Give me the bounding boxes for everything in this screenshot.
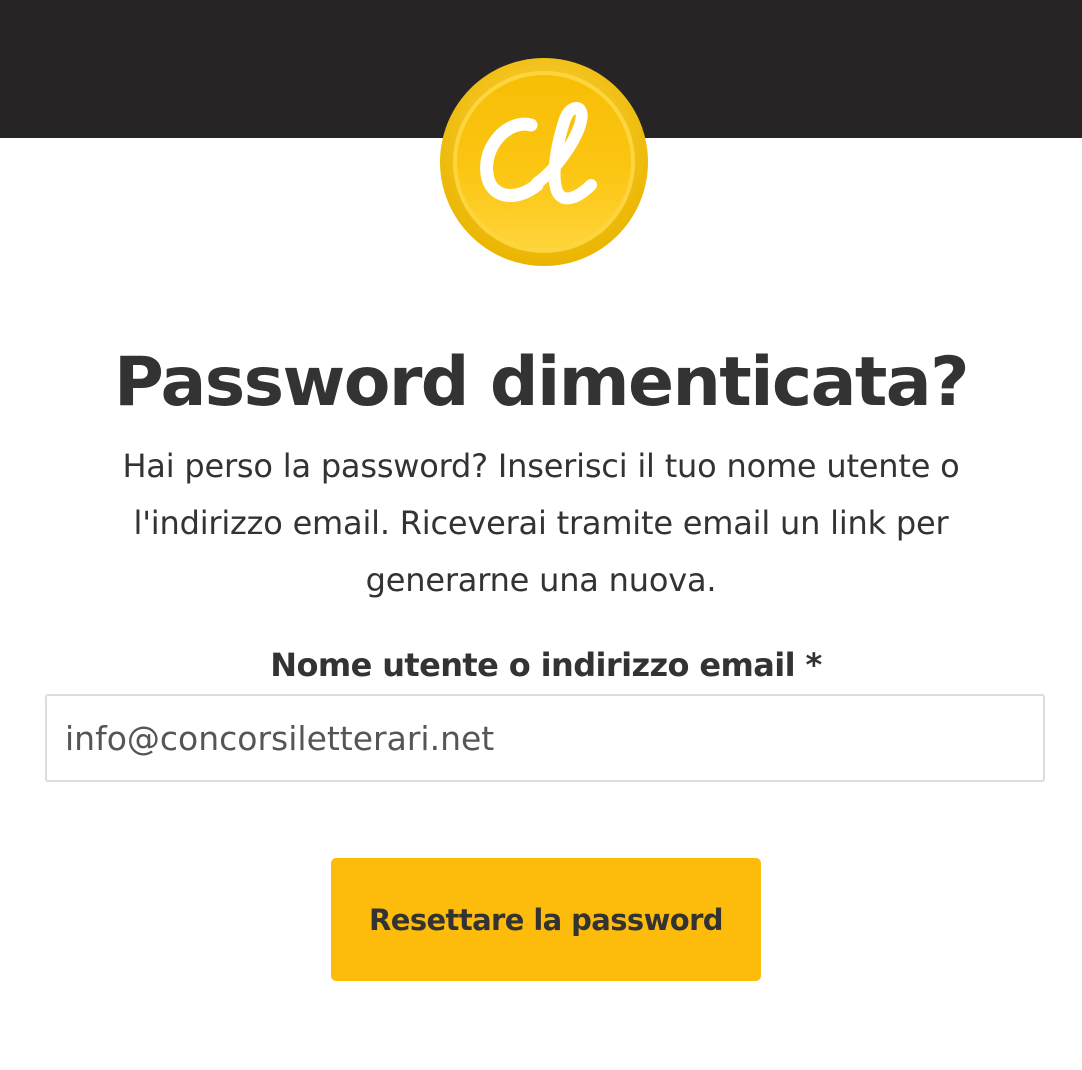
page-title: Password dimenticata?: [114, 343, 969, 422]
reset-password-button[interactable]: Resettare la password: [331, 858, 761, 981]
instructions-text: Hai perso la password? Inserisci il tuo …: [122, 447, 960, 599]
logo-emblem-icon: [440, 58, 648, 266]
site-logo[interactable]: [439, 57, 649, 267]
username-email-label: Nome utente o indirizzo email *: [270, 646, 822, 684]
username-email-input[interactable]: [45, 694, 1045, 782]
